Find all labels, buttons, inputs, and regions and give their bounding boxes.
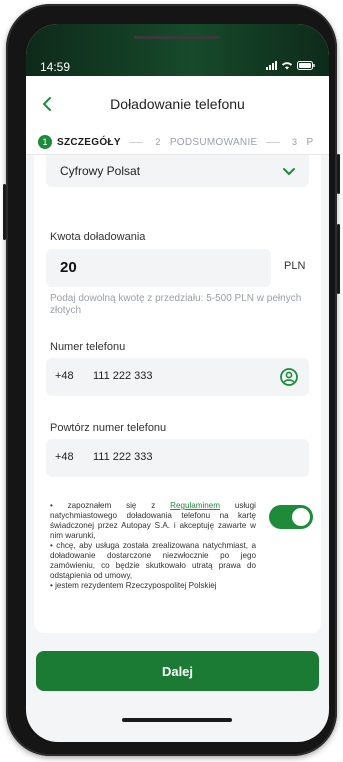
step-divider bbox=[128, 141, 143, 143]
battery-icon bbox=[297, 61, 315, 70]
operator-value: Cyfrowy Polsat bbox=[60, 164, 141, 178]
status-bar: 14:59 bbox=[26, 24, 329, 76]
form-card: Cyfrowy Polsat Kwota doładowania 20 PLN … bbox=[34, 155, 321, 633]
chevron-down-icon bbox=[281, 163, 297, 184]
header: Doładowanie telefonu 1 SZCZEGÓŁY 2 PODSU… bbox=[26, 76, 329, 155]
phone-repeat-label: Powtórz numer telefonu bbox=[50, 422, 167, 434]
amount-input[interactable]: 20 bbox=[46, 249, 271, 287]
step-divider bbox=[265, 141, 280, 143]
wifi-icon bbox=[281, 61, 293, 70]
side-button bbox=[337, 224, 340, 294]
operator-select[interactable]: Cyfrowy Polsat bbox=[46, 155, 309, 187]
step-3-label: P bbox=[306, 136, 314, 148]
amount-label: Kwota doładowania bbox=[50, 231, 146, 243]
status-time: 14:59 bbox=[40, 60, 71, 74]
consent-immediate: • chcę, aby usługa została zrealizowana … bbox=[50, 541, 256, 580]
speaker-grille bbox=[134, 36, 220, 39]
consent-toggle[interactable] bbox=[269, 505, 313, 529]
phone-repeat-prefix: +48 bbox=[55, 451, 74, 463]
step-1-label: SZCZEGÓŁY bbox=[57, 136, 121, 148]
status-icons bbox=[266, 61, 315, 70]
phone-value: 111 222 333 bbox=[93, 370, 153, 382]
signal-icon bbox=[266, 61, 277, 70]
phone-prefix: +48 bbox=[55, 370, 74, 382]
side-button bbox=[337, 154, 340, 194]
amount-hint: Podaj dowolną kwotę z przedziału: 5-500 … bbox=[50, 293, 302, 316]
side-button bbox=[3, 184, 6, 240]
phone-input[interactable]: +48 111 222 333 bbox=[46, 358, 309, 396]
consent-text-start: • zapoznałem się z bbox=[50, 501, 171, 510]
stepper: 1 SZCZEGÓŁY 2 PODSUMOWANIE 3 P bbox=[38, 134, 329, 150]
step-2-number: 2 bbox=[155, 137, 161, 147]
currency-label: PLN bbox=[284, 260, 306, 272]
contact-person-icon[interactable] bbox=[279, 367, 299, 392]
step-1-number: 1 bbox=[38, 135, 52, 149]
phone-repeat-value: 111 222 333 bbox=[93, 451, 153, 463]
phone-frame: 14:59 Doładowanie telefonu 1 SZCZEGÓŁY 2… bbox=[3, 4, 340, 756]
phone-label: Numer telefonu bbox=[50, 341, 126, 353]
regulations-link[interactable]: Regulaminem bbox=[170, 501, 220, 510]
amount-value: 20 bbox=[60, 259, 77, 276]
consent-text: • zapoznałem się z Regulaminem usługi na… bbox=[50, 501, 256, 591]
step-3-number: 3 bbox=[292, 137, 298, 147]
next-button[interactable]: Dalej bbox=[36, 651, 319, 691]
phone-repeat-input[interactable]: +48 111 222 333 bbox=[46, 439, 309, 477]
home-indicator[interactable] bbox=[122, 718, 232, 722]
step-2-label: PODSUMOWANIE bbox=[169, 136, 258, 148]
consent-residency: • jestem rezydentem Rzeczypospolitej Pol… bbox=[50, 581, 217, 590]
page-title: Doładowanie telefonu bbox=[110, 96, 245, 112]
toggle-knob bbox=[292, 508, 310, 526]
screen: 14:59 Doładowanie telefonu 1 SZCZEGÓŁY 2… bbox=[26, 24, 329, 742]
